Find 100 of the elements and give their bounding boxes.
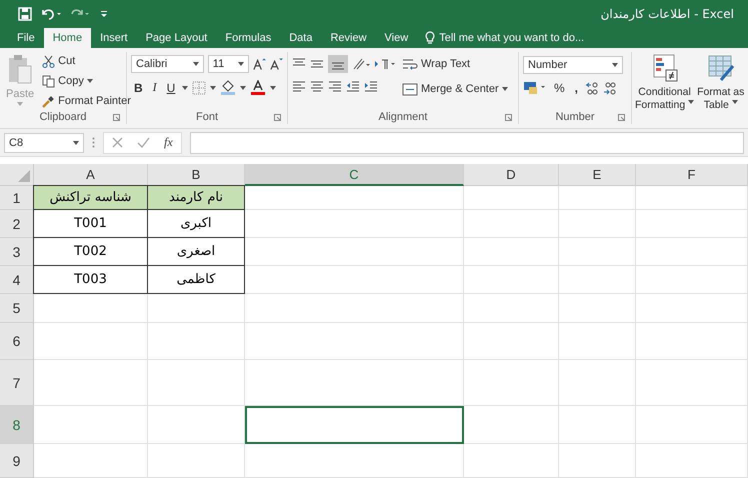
window-title: اطلاعات کارمندان - Excel (600, 7, 734, 21)
align-center-icon[interactable] (310, 80, 324, 92)
table-cell: نام کارمند (147, 185, 245, 210)
column-header[interactable]: C (245, 164, 464, 186)
column-header[interactable]: B (148, 164, 245, 186)
middle-align-icon[interactable] (310, 58, 324, 70)
row-header[interactable]: 5 (0, 294, 34, 323)
cut-button[interactable]: Cut (40, 52, 133, 70)
group-label: Number (555, 111, 595, 123)
insert-function-button[interactable]: fx (164, 135, 173, 150)
caret-icon (688, 100, 694, 104)
increase-font-icon[interactable] (253, 57, 266, 71)
formula-input[interactable] (190, 132, 744, 154)
row-header[interactable]: 7 (0, 360, 34, 406)
active-cell[interactable] (245, 406, 464, 444)
number-format-field[interactable]: Number (523, 56, 623, 74)
table-cell: T003 (33, 265, 148, 294)
caret-icon (192, 62, 199, 66)
customize-icon[interactable] (100, 9, 108, 19)
table-cell: کاظمی (147, 265, 245, 294)
row-header[interactable]: 2 (0, 210, 34, 238)
decrease-decimal-icon[interactable] (603, 81, 618, 95)
triangle-icon (18, 170, 30, 182)
caret-icon (732, 100, 738, 104)
dialog-launcher-icon[interactable] (505, 114, 512, 120)
decrease-font-icon[interactable] (270, 57, 283, 71)
group-label: Alignment (378, 111, 428, 123)
save-icon[interactable] (18, 7, 32, 21)
table-cell: شناسه تراکنش (33, 185, 148, 210)
ribbon-tab[interactable]: Insert (91, 28, 137, 48)
caret-icon (612, 63, 618, 67)
column-header[interactable]: D (464, 164, 559, 186)
dialog-launcher-icon[interactable] (113, 114, 120, 120)
underline-button[interactable]: U (164, 80, 178, 94)
align-right-icon[interactable] (328, 80, 342, 92)
ribbon-tab[interactable]: Data (280, 28, 322, 48)
bottom-align-icon[interactable] (328, 55, 348, 73)
caret-icon (17, 102, 24, 106)
ribbon-tab[interactable]: Home (44, 28, 92, 48)
ribbon-tab[interactable]: File (8, 28, 44, 48)
dialog-launcher-icon[interactable] (274, 114, 281, 120)
currency-icon[interactable] (523, 81, 547, 95)
column-header[interactable]: E (559, 164, 636, 186)
undo-icon[interactable] (40, 7, 62, 21)
row-header[interactable]: 6 (0, 323, 34, 360)
row-header[interactable]: 9 (0, 444, 34, 478)
ribbon-tab[interactable]: View (376, 28, 418, 48)
paintbrush-icon (42, 94, 56, 108)
merge-cells-icon (402, 82, 418, 96)
font-name-field[interactable]: Calibri (131, 55, 204, 73)
ribbon-tab[interactable]: Review (321, 28, 376, 48)
merge-center-button[interactable]: Merge & Center (400, 80, 510, 98)
percent-button[interactable]: % (551, 81, 568, 95)
group-label: Font (196, 111, 218, 123)
row-header[interactable]: 1 (0, 186, 34, 210)
more-icon (92, 137, 95, 148)
caret-icon (238, 62, 244, 66)
caret-icon (86, 79, 93, 83)
row-header[interactable]: 4 (0, 266, 34, 294)
caret-icon (73, 140, 79, 144)
format-painter-button[interactable]: Format Painter (40, 92, 133, 110)
lightbulb-icon (425, 31, 436, 45)
increase-indent-icon[interactable] (364, 80, 378, 92)
font-color-icon[interactable] (250, 80, 266, 95)
copy-button[interactable]: Copy (40, 72, 133, 90)
caret-icon[interactable] (182, 86, 188, 90)
comma-button[interactable]: , (572, 81, 582, 95)
row-header[interactable]: 8 (0, 406, 34, 444)
copy-icon (42, 74, 56, 88)
paragraph-direction-icon[interactable] (374, 58, 396, 70)
scissors-icon (42, 54, 56, 68)
caret-icon[interactable] (240, 86, 246, 90)
wrap-text-button[interactable]: Wrap Text (400, 55, 510, 73)
orientation-icon[interactable] (352, 57, 370, 71)
format-as-table-button[interactable]: Format as Table (696, 52, 746, 124)
caret-icon (502, 87, 508, 91)
decrease-indent-icon[interactable] (346, 80, 360, 92)
tell-me-field[interactable]: Tell me what you want to do... (423, 28, 586, 48)
caret-icon[interactable] (270, 86, 276, 90)
name-box[interactable]: C8 (4, 132, 84, 152)
table-brush-icon (706, 54, 735, 82)
row-header[interactable]: 3 (0, 238, 34, 266)
checkmark-icon[interactable] (137, 137, 150, 148)
align-left-icon[interactable] (292, 80, 306, 92)
bold-button[interactable]: B (131, 80, 146, 94)
italic-button[interactable]: I (150, 80, 160, 95)
font-size-field[interactable]: 11 (208, 55, 250, 73)
caret-icon[interactable] (210, 86, 216, 90)
column-header[interactable]: F (636, 164, 748, 186)
ribbon-tab[interactable]: Formulas (216, 28, 280, 48)
dialog-launcher-icon[interactable] (618, 114, 625, 120)
wrap-text-icon (402, 58, 418, 70)
group-label: Clipboard (39, 111, 87, 123)
column-header[interactable]: A (34, 164, 148, 186)
fill-color-icon[interactable] (220, 80, 236, 95)
table-icon (650, 54, 679, 82)
ribbon-tab[interactable]: Page Layout (136, 28, 216, 48)
increase-decimal-icon[interactable] (585, 81, 600, 95)
clipboard-icon (7, 54, 34, 86)
conditional-formatting-button[interactable]: Conditional Formatting (634, 52, 696, 124)
